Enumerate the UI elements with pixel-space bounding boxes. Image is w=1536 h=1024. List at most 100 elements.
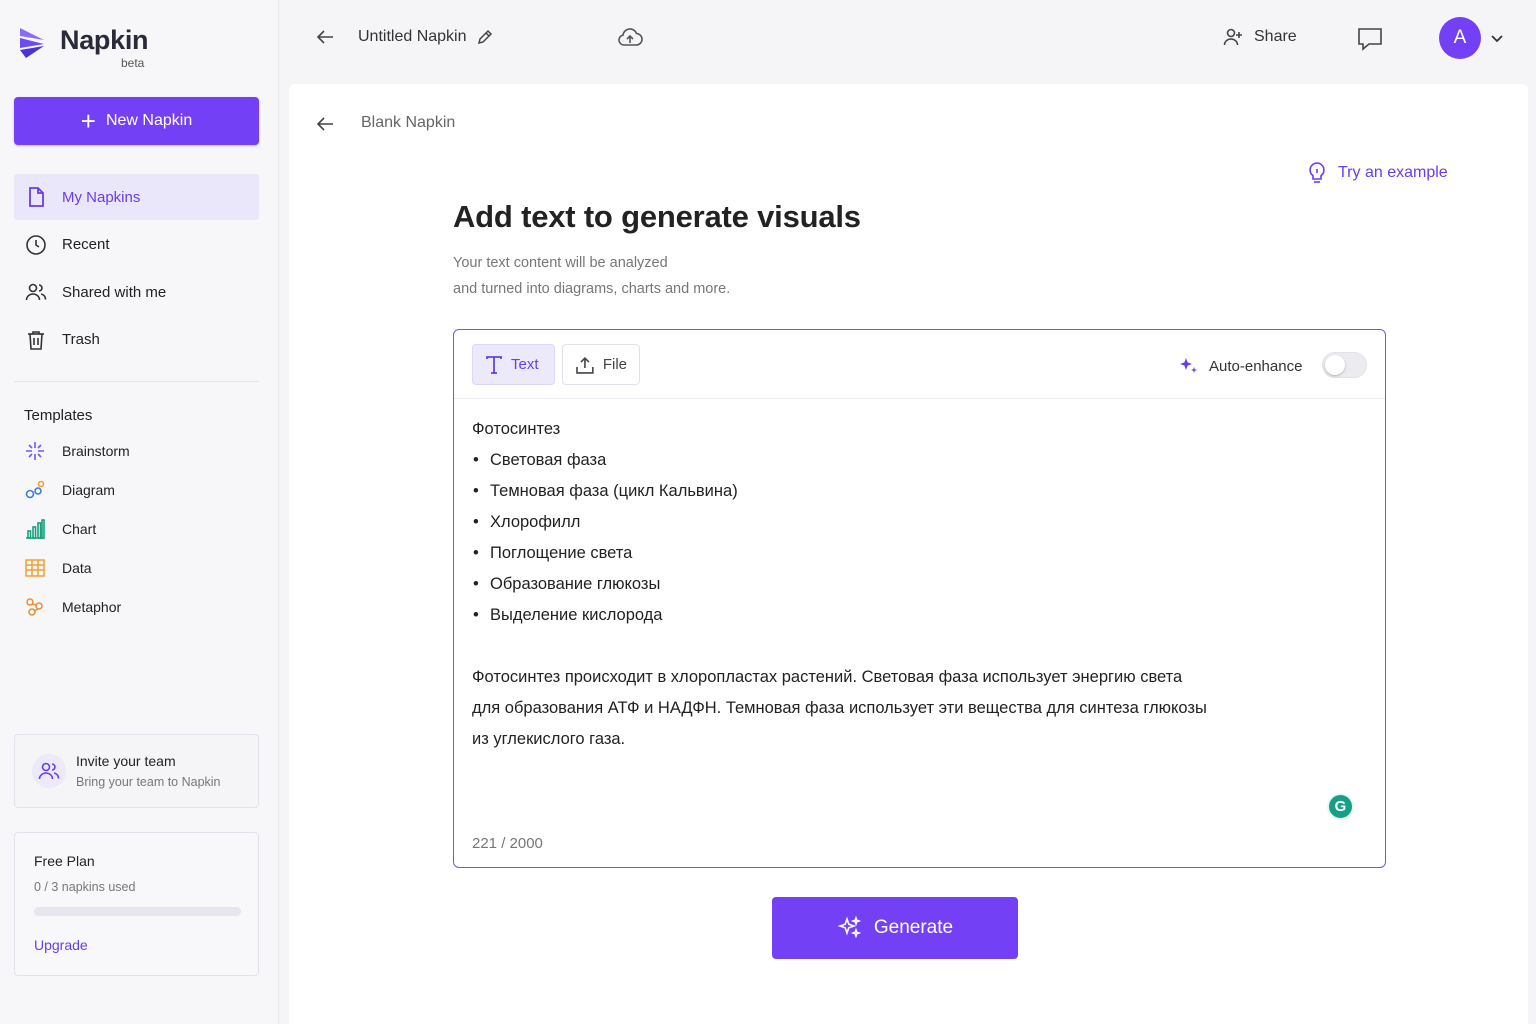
invite-subtitle: Bring your team to Napkin bbox=[76, 775, 221, 789]
text-type-icon bbox=[486, 355, 502, 374]
content-title: Фотосинтез bbox=[472, 420, 561, 438]
sidebar-item-recent[interactable]: Recent bbox=[14, 222, 259, 268]
users-icon bbox=[25, 283, 47, 301]
page-subtitle: Your text content will be analyzed and t… bbox=[453, 251, 730, 302]
generate-button[interactable]: Generate bbox=[772, 897, 1018, 959]
content-bullet: Поглощение света bbox=[472, 538, 1352, 569]
napkin-logo-icon bbox=[20, 28, 44, 58]
generate-label: Generate bbox=[873, 917, 954, 938]
pencil-icon[interactable] bbox=[476, 28, 494, 46]
cloud-sync-icon[interactable] bbox=[616, 24, 644, 52]
table-icon bbox=[25, 558, 45, 577]
sidebar-item-label: Recent bbox=[62, 236, 110, 253]
toggle-knob bbox=[1325, 355, 1345, 375]
beta-badge: beta bbox=[121, 56, 145, 70]
template-metaphor[interactable]: Metaphor bbox=[24, 587, 130, 626]
editor-textarea[interactable]: Фотосинтез Световая фаза Темновая фаза (… bbox=[472, 414, 1352, 755]
grammarly-icon[interactable]: G bbox=[1327, 793, 1354, 820]
auto-enhance-label-group: Auto-enhance bbox=[1177, 355, 1302, 377]
auto-enhance-toggle[interactable] bbox=[1322, 352, 1367, 378]
page-title: Add text to generate visuals bbox=[453, 199, 861, 234]
template-diagram[interactable]: Diagram bbox=[24, 470, 130, 509]
sidebar-item-label: Trash bbox=[62, 331, 100, 348]
document-title[interactable]: Untitled Napkin bbox=[358, 28, 494, 46]
invite-avatar bbox=[32, 754, 66, 788]
add-user-icon bbox=[1223, 28, 1242, 46]
plan-usage: 0 / 3 napkins used bbox=[34, 880, 136, 894]
comment-icon[interactable] bbox=[1355, 24, 1385, 54]
sidebar-item-label: My Napkins bbox=[62, 188, 141, 206]
plan-progress-bar bbox=[34, 907, 241, 916]
sidebar: Napkin beta + New Napkin My Napkins Rece… bbox=[0, 0, 279, 1024]
sparkles-icon bbox=[837, 915, 862, 939]
plan-card: Free Plan 0 / 3 napkins used Upgrade bbox=[14, 832, 259, 976]
try-example-link[interactable]: Try an example bbox=[1307, 161, 1448, 185]
sidebar-item-label: Shared with me bbox=[62, 283, 167, 301]
editor-toolbar: Text File Auto-enhance bbox=[454, 330, 1385, 399]
template-brainstorm[interactable]: Brainstorm bbox=[24, 431, 130, 470]
content-bullet: Световая фаза bbox=[472, 445, 1352, 476]
main-panel: Blank Napkin Try an example Add text to … bbox=[289, 84, 1528, 1024]
template-label: Diagram bbox=[62, 481, 115, 498]
metaphor-icon bbox=[26, 597, 43, 616]
new-napkin-label: New Napkin bbox=[105, 112, 193, 129]
content-bullet: Выделение кислорода bbox=[472, 600, 1352, 631]
sidebar-item-my-napkins[interactable]: My Napkins bbox=[14, 174, 259, 220]
chevron-down-icon[interactable] bbox=[1489, 30, 1505, 46]
tab-text[interactable]: Text bbox=[472, 344, 555, 385]
new-napkin-button[interactable]: + New Napkin bbox=[14, 97, 259, 145]
subtitle-line: and turned into diagrams, charts and mor… bbox=[453, 280, 731, 297]
content-paragraph-line: Фотосинтез происходит в хлоропластах рас… bbox=[472, 668, 1183, 686]
template-label: Data bbox=[62, 559, 92, 576]
template-chart[interactable]: Chart bbox=[24, 509, 130, 548]
back-arrow-icon[interactable] bbox=[314, 26, 336, 48]
template-label: Chart bbox=[62, 520, 97, 537]
share-label: Share bbox=[1254, 28, 1297, 45]
sidebar-divider bbox=[14, 381, 259, 382]
clock-icon bbox=[26, 234, 46, 255]
invite-title: Invite your team bbox=[76, 753, 176, 769]
content-paragraph-line: из углекислого газа. bbox=[472, 730, 626, 748]
templates-list: Brainstorm Diagram Chart Data Metaphor bbox=[24, 431, 130, 626]
file-icon bbox=[29, 187, 44, 207]
content-bullet: Хлорофилл bbox=[472, 507, 1352, 538]
diagram-icon bbox=[25, 480, 45, 498]
upload-icon bbox=[576, 356, 594, 374]
bar-chart-icon bbox=[26, 518, 45, 539]
lightbulb-icon bbox=[1309, 162, 1325, 183]
plus-icon: + bbox=[80, 106, 96, 136]
tab-text-label: Text bbox=[511, 356, 539, 373]
template-label: Metaphor bbox=[62, 598, 122, 615]
users-icon bbox=[38, 762, 60, 780]
content-bullet: Образование глюкозы bbox=[472, 569, 1352, 600]
sparkles-icon bbox=[1180, 358, 1197, 373]
tab-file[interactable]: File bbox=[562, 344, 640, 385]
content-paragraph-line: для образования АТФ и НАДФН. Темновая фа… bbox=[472, 699, 1207, 717]
napkin-logo[interactable]: Napkin bbox=[18, 24, 149, 60]
back-arrow-icon[interactable] bbox=[314, 113, 336, 135]
sparkle-icon bbox=[26, 441, 44, 460]
invite-team-card[interactable]: Invite your team Bring your team to Napk… bbox=[14, 734, 259, 808]
try-example-label: Try an example bbox=[1338, 164, 1448, 181]
logo-text: Napkin bbox=[60, 25, 149, 55]
trash-icon bbox=[28, 330, 44, 350]
user-avatar[interactable]: A bbox=[1439, 17, 1481, 59]
templates-heading: Templates bbox=[24, 407, 93, 424]
character-counter: 221 / 2000 bbox=[472, 835, 543, 852]
tab-file-label: File bbox=[602, 356, 627, 373]
share-button[interactable]: Share bbox=[1222, 26, 1297, 48]
plan-title: Free Plan bbox=[34, 853, 95, 869]
auto-enhance-label: Auto-enhance bbox=[1209, 357, 1303, 375]
breadcrumb: Blank Napkin bbox=[361, 114, 456, 131]
sidebar-item-trash[interactable]: Trash bbox=[14, 317, 259, 363]
content-bullet: Темновая фаза (цикл Кальвина) bbox=[472, 476, 1352, 507]
sidebar-item-shared[interactable]: Shared with me bbox=[14, 269, 259, 315]
template-label: Brainstorm bbox=[62, 442, 130, 459]
document-title-text: Untitled Napkin bbox=[358, 28, 467, 45]
subtitle-line: Your text content will be analyzed bbox=[453, 255, 668, 271]
sidebar-nav: My Napkins Recent Shared with me Trash bbox=[14, 174, 259, 364]
upgrade-link[interactable]: Upgrade bbox=[34, 937, 239, 953]
text-editor: Text File Auto-enhance Фотосинтез Светов… bbox=[453, 329, 1386, 868]
template-data[interactable]: Data bbox=[24, 548, 130, 587]
